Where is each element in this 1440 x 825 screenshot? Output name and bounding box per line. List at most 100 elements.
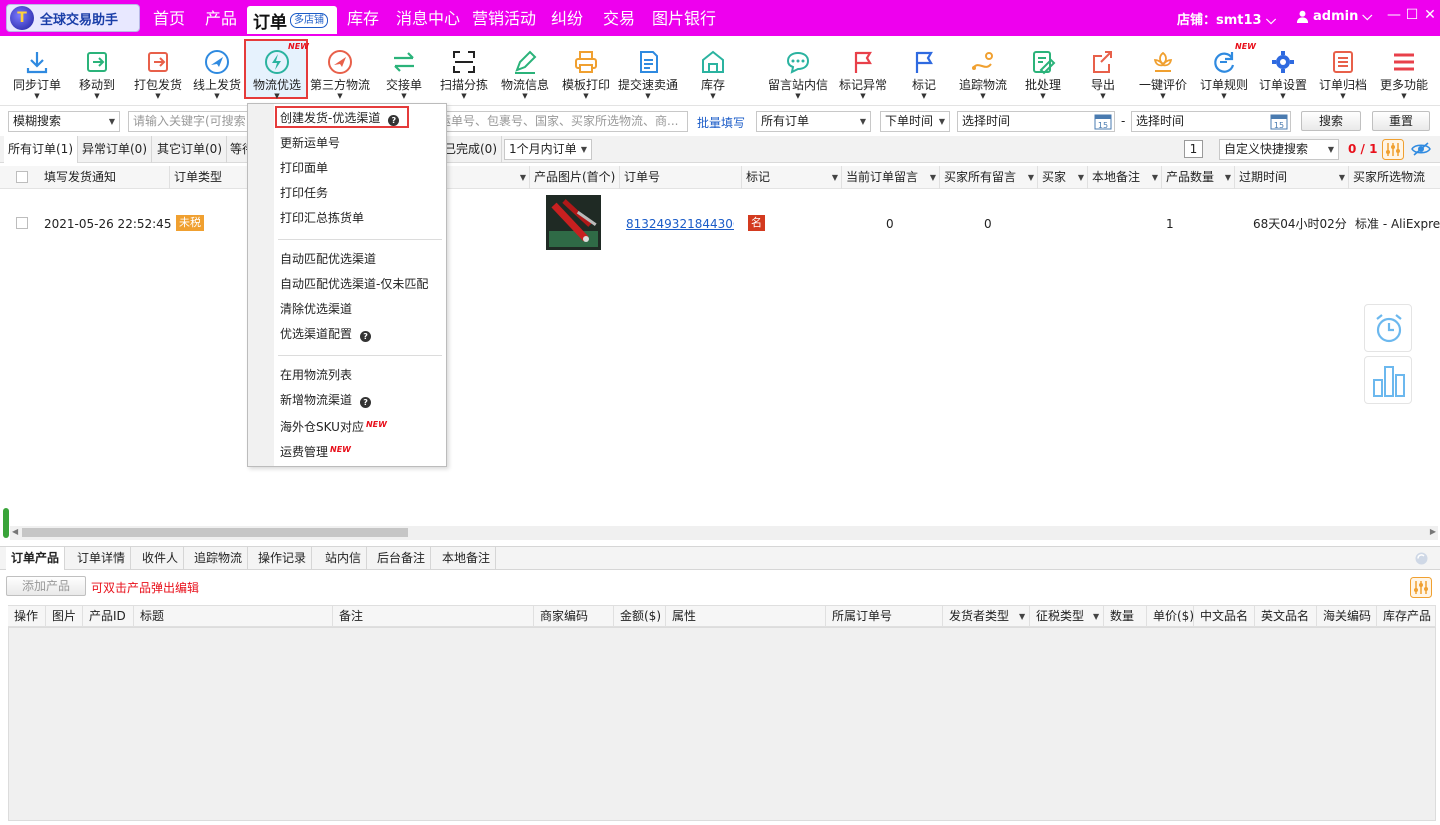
nav-trade[interactable]: 交易 [603,8,635,30]
toolbar-button-pen[interactable]: 物流信息 ▼ [494,46,556,104]
toolbar-button-download[interactable]: 同步订单 ▼ [6,46,68,104]
menu-item[interactable]: 更新运单号 [280,135,340,151]
toolbar-button-flower[interactable]: 一键评价 ▼ [1132,46,1194,104]
search-mode-select[interactable]: 模糊搜索 ▼ [8,111,120,132]
menu-item[interactable]: 运费管理 NEW [280,442,351,460]
nav-messages[interactable]: 消息中心 [396,8,460,30]
page-number[interactable]: 1 [1184,140,1203,158]
menu-item[interactable]: 在用物流列表 [280,367,352,383]
calendar-icon[interactable]: 15 [1094,113,1112,130]
chevron-down-icon[interactable]: ▼ [1028,166,1034,189]
toolbar-button-rule-refresh[interactable]: 订单规则 ▼ NEW [1193,42,1256,104]
range-select[interactable]: 1个月内订单 ▼ [504,139,592,160]
toolbar-button-third-party-plane[interactable]: 第三方物流 ▼ [309,46,371,104]
help-icon[interactable]: ? [360,331,372,342]
product-col-header[interactable]: 图片 [46,606,83,627]
col-expire-time[interactable]: 过期时间 ▼ [1235,166,1349,189]
menu-item[interactable]: 清除优选渠道 [280,301,352,317]
toolbar-button-archive[interactable]: 订单归档 ▼ [1312,46,1374,104]
toolbar-button-blue-flag[interactable]: 标记 ▼ [893,46,955,104]
tab-completed[interactable]: 已完成(0) [440,136,502,163]
toolbar-button-scan[interactable]: 扫描分拣 ▼ [433,46,495,104]
product-col-header[interactable]: 金额($) [614,606,666,627]
col-order-number[interactable]: 订单号 [620,166,742,189]
reset-button[interactable]: 重置 [1372,111,1430,131]
product-col-header[interactable]: 库存产品 [1377,606,1436,627]
quick-search-select[interactable]: 自定义快捷搜索 ▼ [1219,139,1339,160]
col-mark[interactable]: 标记 ▼ [742,166,842,189]
nav-home[interactable]: 首页 [153,8,185,30]
col-current-message[interactable]: 当前订单留言 ▼ [842,166,940,189]
toolbar-button-pack-ship[interactable]: 打包发货 ▼ [127,46,189,104]
help-icon[interactable]: ? [360,397,372,408]
scroll-left-icon[interactable]: ◀ [12,527,18,536]
menu-item[interactable]: 新增物流渠道? [280,392,372,408]
order-number-link[interactable]: 8132493218443062 [626,216,734,232]
column-settings-icon[interactable] [1382,139,1404,160]
close-icon[interactable]: ✕ [1421,6,1439,24]
toolbar-button-batch-edit[interactable]: 批处理 ▼ [1012,46,1074,104]
row-checkbox[interactable] [16,217,28,229]
product-col-header[interactable]: 英文品名 [1255,606,1317,627]
calendar-icon[interactable]: 15 [1270,113,1288,130]
product-col-header[interactable]: 产品ID [83,606,134,627]
menu-item[interactable]: 打印面单 [280,160,328,176]
add-product-button[interactable]: 添加产品 [6,576,86,596]
toolbar-button-red-flag[interactable]: 标记异常 ▼ [832,46,894,104]
col-buyer-logistics[interactable]: 买家所选物流 [1349,166,1440,189]
tab-other-orders[interactable]: 其它订单(0) [153,136,227,163]
help-icon[interactable]: ? [388,115,400,126]
tab-local-note[interactable]: 本地备注 [437,547,497,570]
nav-inventory[interactable]: 库存 [347,8,379,30]
product-col-header[interactable]: 中文品名 [1194,606,1255,627]
user-menu[interactable]: admin ⌵ [1296,9,1372,24]
col-quantity[interactable]: 产品数量 ▼ [1162,166,1235,189]
toolbar-button-swap-arrows[interactable]: 交接单 ▼ [373,46,435,104]
batch-fill-link[interactable]: 批量填写 [697,114,745,131]
tab-abnormal-orders[interactable]: 异常订单(0) [78,136,152,163]
column-settings-icon[interactable] [1410,577,1432,598]
col-ship-notice[interactable]: 填写发货通知 [40,166,170,189]
chevron-down-icon[interactable]: ▼ [832,166,838,189]
chevron-down-icon[interactable]: ▼ [1152,166,1158,189]
menu-item[interactable]: 打印汇总拣货单 [280,210,364,226]
product-col-header[interactable]: 单价($) [1147,606,1194,627]
toolbar-button-lightning[interactable]: 物流优选 ▼ NEW [246,42,309,104]
product-col-header[interactable]: 标题 [134,606,333,627]
order-scope-select[interactable]: 所有订单 ▼ [756,111,871,132]
select-all-checkbox[interactable] [16,171,28,183]
nav-image-bank[interactable]: 图片银行 [652,8,716,30]
chevron-down-icon[interactable]: ▼ [1225,166,1231,189]
tab-operation-log[interactable]: 操作记录 [253,547,313,570]
nav-marketing[interactable]: 营销活动 [472,8,536,30]
scroll-right-icon[interactable]: ▶ [1430,527,1436,536]
tab-order-details[interactable]: 订单详情 [72,547,132,570]
chevron-down-icon[interactable]: ▼ [520,166,526,189]
store-selector[interactable]: 店铺：smt13 ⌵ [1177,9,1276,28]
hide-eye-icon[interactable] [1411,141,1431,157]
product-col-header[interactable]: 备注 [333,606,534,627]
multi-store-badge[interactable]: 多店铺 [290,13,328,28]
col-local-note[interactable]: 本地备注 ▼ [1088,166,1162,189]
nav-product[interactable]: 产品 [205,8,237,30]
product-col-header[interactable]: 属性 [666,606,826,627]
col-buyer-messages[interactable]: 买家所有留言 ▼ [940,166,1038,189]
product-col-header[interactable]: 所属订单号 [826,606,943,627]
toolbar-button-menu-lines[interactable]: 更多功能 ▼ [1373,46,1435,104]
refresh-icon[interactable] [1414,551,1429,566]
chevron-down-icon[interactable]: ▼ [930,166,936,189]
toolbar-button-printer[interactable]: 模板打印 ▼ [555,46,617,104]
toolbar-button-chat-bubble[interactable]: 留言站内信 ▼ [767,46,829,104]
product-col-header[interactable]: 操作 [8,606,46,627]
product-col-header[interactable]: 发货者类型 [943,606,1030,627]
col-product-image[interactable]: 产品图片(首个) [530,166,620,189]
menu-item[interactable]: 海外仓SKU对应 NEW [280,417,387,435]
col-order-type[interactable]: 订单类型 [170,166,250,189]
menu-item[interactable]: 创建发货-优选渠道? [280,110,400,126]
tab-order-products[interactable]: 订单产品 [6,547,66,570]
tab-site-messages[interactable]: 站内信 [320,547,368,570]
toolbar-button-export[interactable]: 导出 ▼ [1072,46,1134,104]
tab-recipient[interactable]: 收件人 [137,547,185,570]
time-to-input[interactable]: 选择时间 15 [1131,111,1291,132]
product-col-header[interactable]: 数量 [1104,606,1147,627]
